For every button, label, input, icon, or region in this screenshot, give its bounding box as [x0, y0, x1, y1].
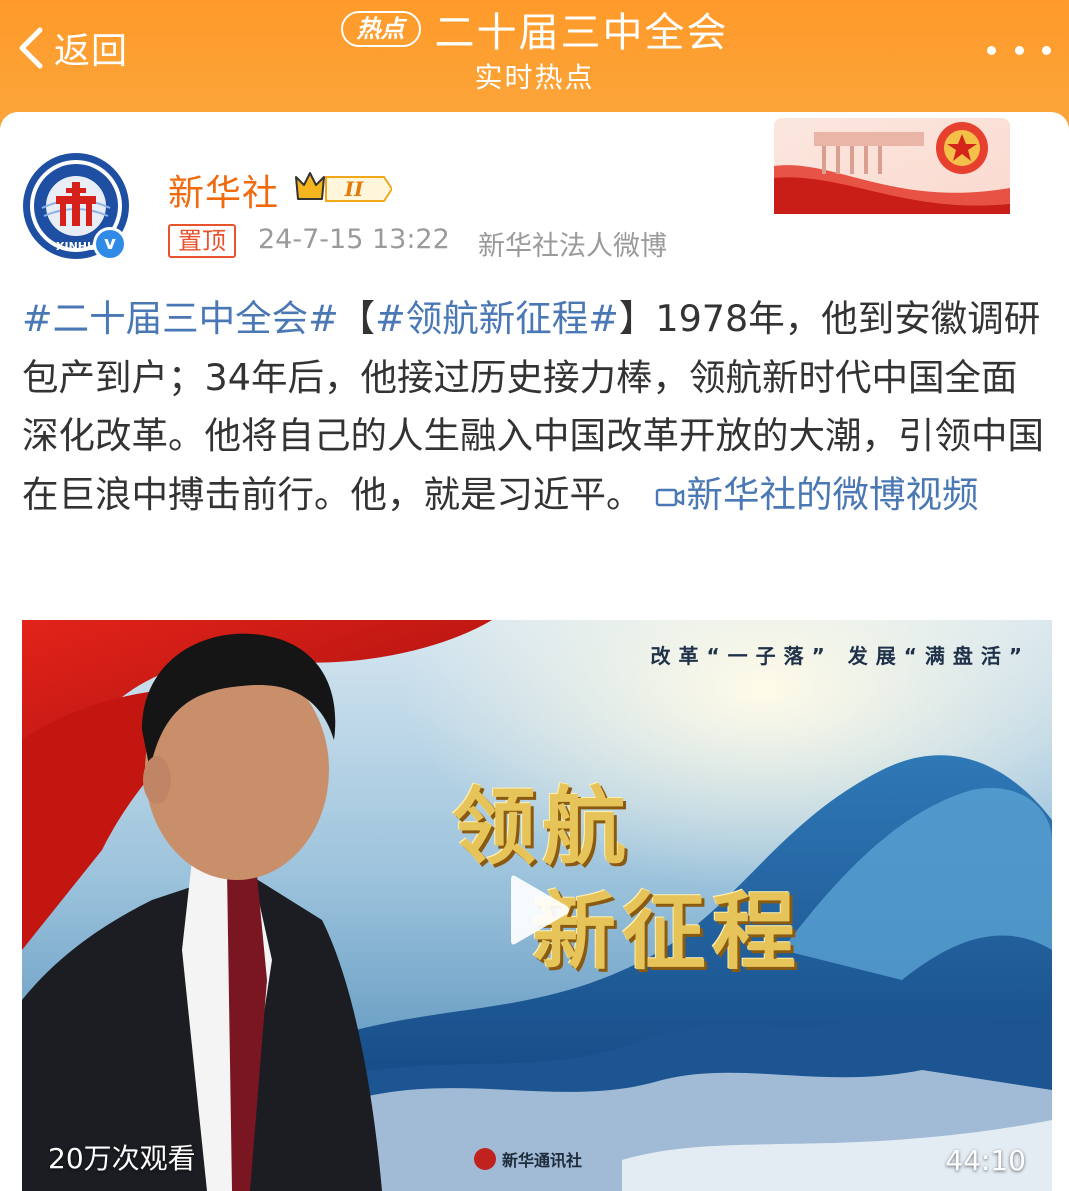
hot-badge: 热点: [340, 11, 421, 47]
avatar-text: XINHU: [56, 240, 96, 253]
post-source: 新华社法人微博: [478, 231, 667, 262]
topic-link-1[interactable]: #二十届三中全会#: [22, 297, 339, 340]
watermark-text: 新华通讯社: [502, 1151, 583, 1170]
post-timestamp: 24-7-15 13:22: [258, 224, 450, 255]
video-source-link[interactable]: 新华社的微博视频: [655, 473, 979, 516]
xinhua-watermark-icon: [474, 1148, 496, 1170]
bracket-open: 【: [338, 297, 376, 340]
video-watermark: 新华通讯社: [474, 1147, 582, 1171]
more-dot-icon: [1042, 45, 1051, 55]
video-player[interactable]: 改革“一子落” 发展“满盘活” 领航 新征程 新华通讯社 20万次观看 44:1…: [22, 620, 1052, 1191]
title-row: 热点 二十届三中全会: [0, 4, 1069, 56]
video-title-line1: 领航: [452, 777, 633, 876]
pinned-tag: 置顶: [168, 224, 236, 258]
video-link-label: 新华社的微博视频: [686, 472, 979, 516]
decorative-banner-image: [774, 118, 1010, 214]
more-options-button[interactable]: [987, 38, 1051, 62]
more-dot-icon: [987, 45, 996, 55]
top-nav-bar: 返回 热点 二十届三中全会 实时热点: [0, 0, 1069, 120]
post-body: #二十届三中全会#【#领航新征程#】1978年，他到安徽调研包产到户；34年后，…: [22, 290, 1052, 524]
vip-level-badge-icon: II: [295, 172, 392, 202]
video-duration: 44:10: [945, 1144, 1026, 1177]
level-text: II: [344, 177, 364, 201]
post-card: XINHU v 新华社 II 置顶 24-7-15 13:22 新华社法人微博 …: [0, 112, 1069, 1191]
topic-link-2[interactable]: #领航新征程#: [375, 297, 619, 340]
page-subtitle: 实时热点: [474, 61, 595, 94]
play-icon[interactable]: [505, 868, 573, 952]
page-title: 二十届三中全会: [434, 10, 729, 56]
video-camera-icon: [655, 488, 684, 506]
author-name[interactable]: 新华社: [168, 164, 279, 216]
verified-badge-icon: v: [93, 227, 127, 261]
video-caption: 改革“一子落” 发展“满盘活”: [650, 644, 1030, 668]
more-dot-icon: [1014, 45, 1024, 55]
view-count: 20万次观看: [48, 1142, 196, 1175]
bracket-close: 】: [618, 297, 656, 340]
